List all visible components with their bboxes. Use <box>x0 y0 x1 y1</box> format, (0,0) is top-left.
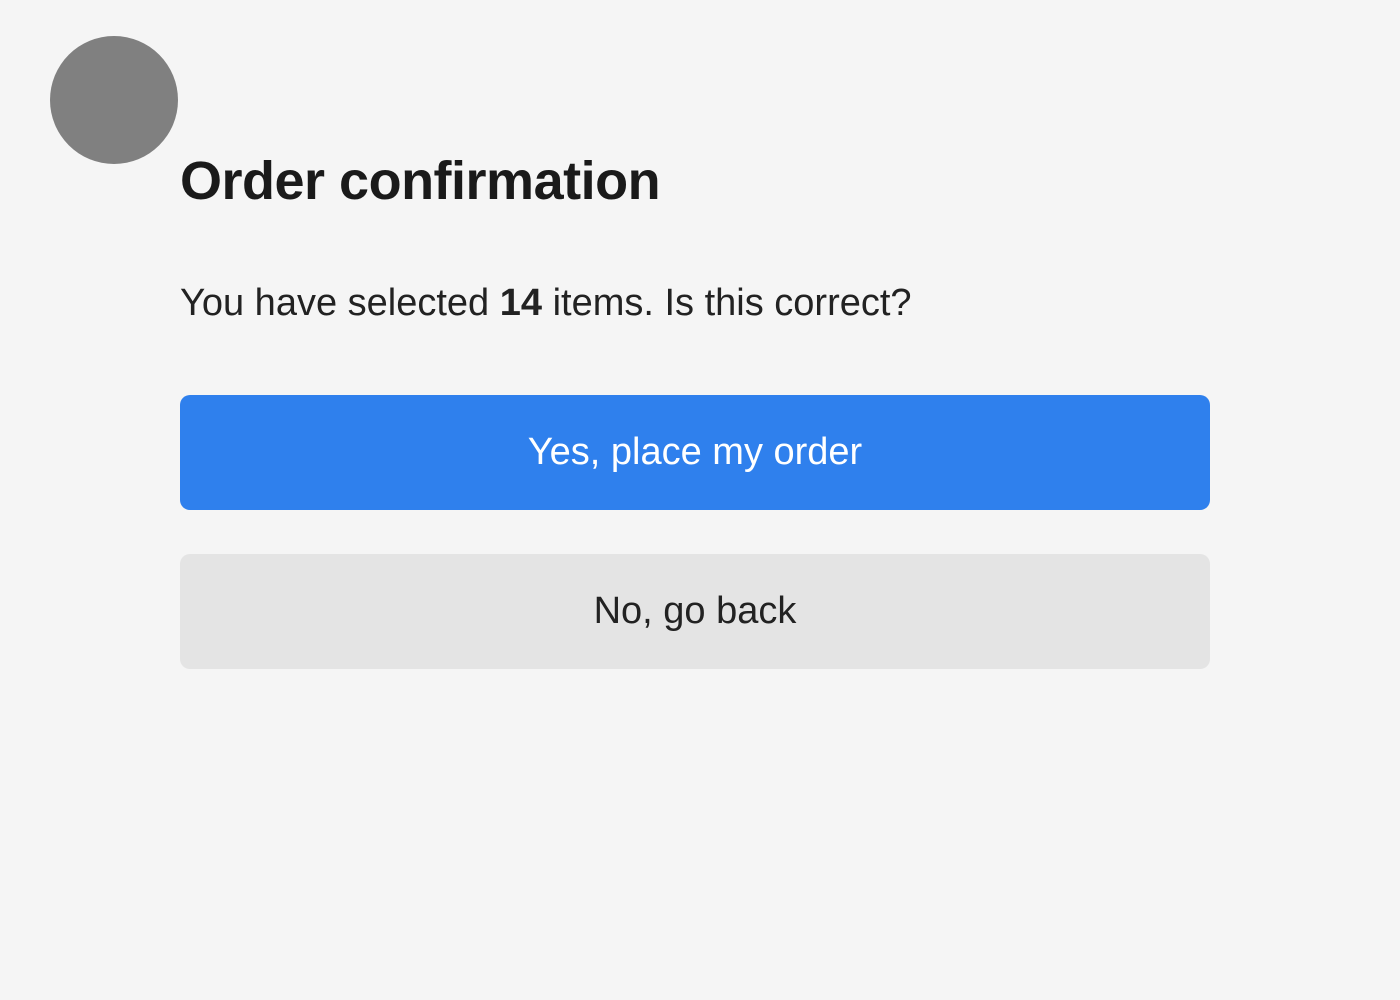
cancel-button[interactable]: No, go back <box>180 554 1210 669</box>
item-count: 14 <box>500 282 542 324</box>
confirm-button[interactable]: Yes, place my order <box>180 395 1210 510</box>
dialog-title: Order confirmation <box>180 150 1210 212</box>
confirmation-dialog: Order confirmation You have selected 14 … <box>180 150 1210 713</box>
message-suffix: items. Is this correct? <box>542 282 912 324</box>
message-prefix: You have selected <box>180 282 500 324</box>
confirmation-message: You have selected 14 items. Is this corr… <box>180 282 1210 325</box>
avatar <box>50 36 178 164</box>
